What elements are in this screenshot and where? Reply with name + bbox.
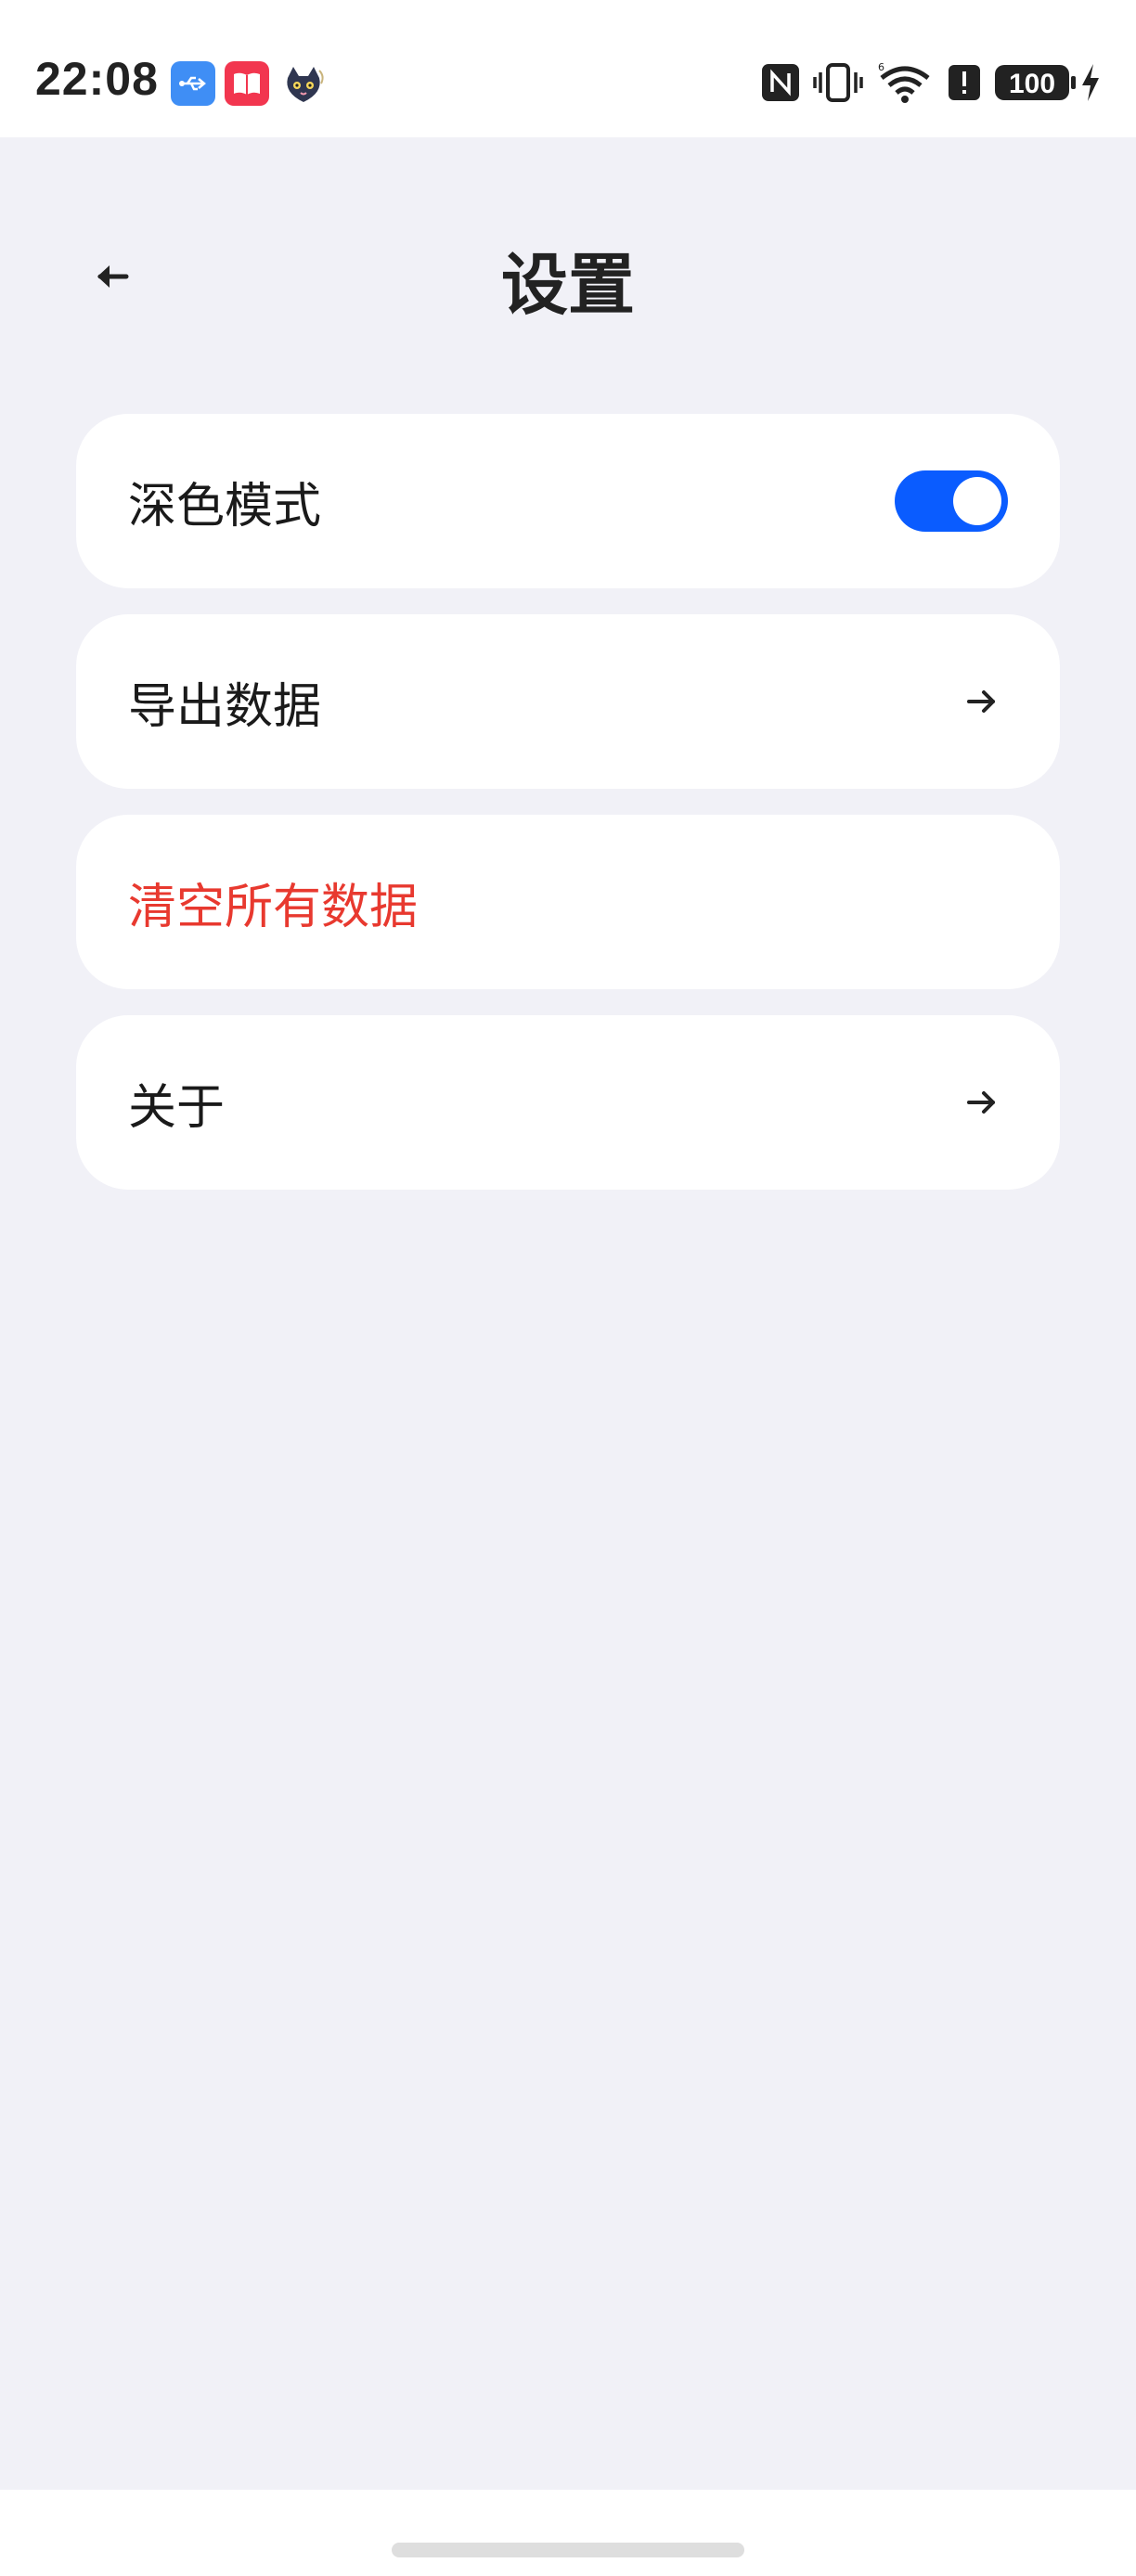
nfc-icon [759,61,802,108]
svg-text:100: 100 [1009,69,1055,99]
battery-icon: 100 [993,61,1078,108]
arrow-right-icon [956,1076,1008,1128]
arrow-right-icon [956,676,1008,728]
about-item[interactable]: 关于 [76,1015,1060,1190]
cat-app-icon [280,61,325,106]
status-time: 22:08 [35,53,159,105]
navigation-bar [0,2490,1136,2576]
clear-all-data-item[interactable]: 清空所有数据 [76,815,1060,989]
dark-mode-item[interactable]: 深色模式 [76,414,1060,588]
vibrate-icon [811,61,865,108]
usb-icon [171,61,215,106]
svg-text:6: 6 [878,61,884,73]
wifi-icon: 6 [876,61,934,108]
alert-icon [947,61,982,108]
header: 设置 [0,137,1136,406]
export-data-item[interactable]: 导出数据 [76,614,1060,789]
clear-all-data-label: 清空所有数据 [128,879,419,935]
dark-mode-label: 深色模式 [128,478,322,535]
about-label: 关于 [128,1079,226,1136]
book-app-icon [225,61,269,106]
page-title: 设置 [500,246,635,324]
status-bar: 22:08 6 100 [0,0,1136,137]
settings-page: 设置 深色模式 导出数据 清空所有数据 关于 [0,137,1136,2490]
export-data-label: 导出数据 [128,678,322,735]
toggle-knob [953,477,1001,525]
dark-mode-toggle[interactable] [895,470,1008,532]
charging-icon [1078,61,1103,108]
home-indicator[interactable] [392,2543,744,2557]
